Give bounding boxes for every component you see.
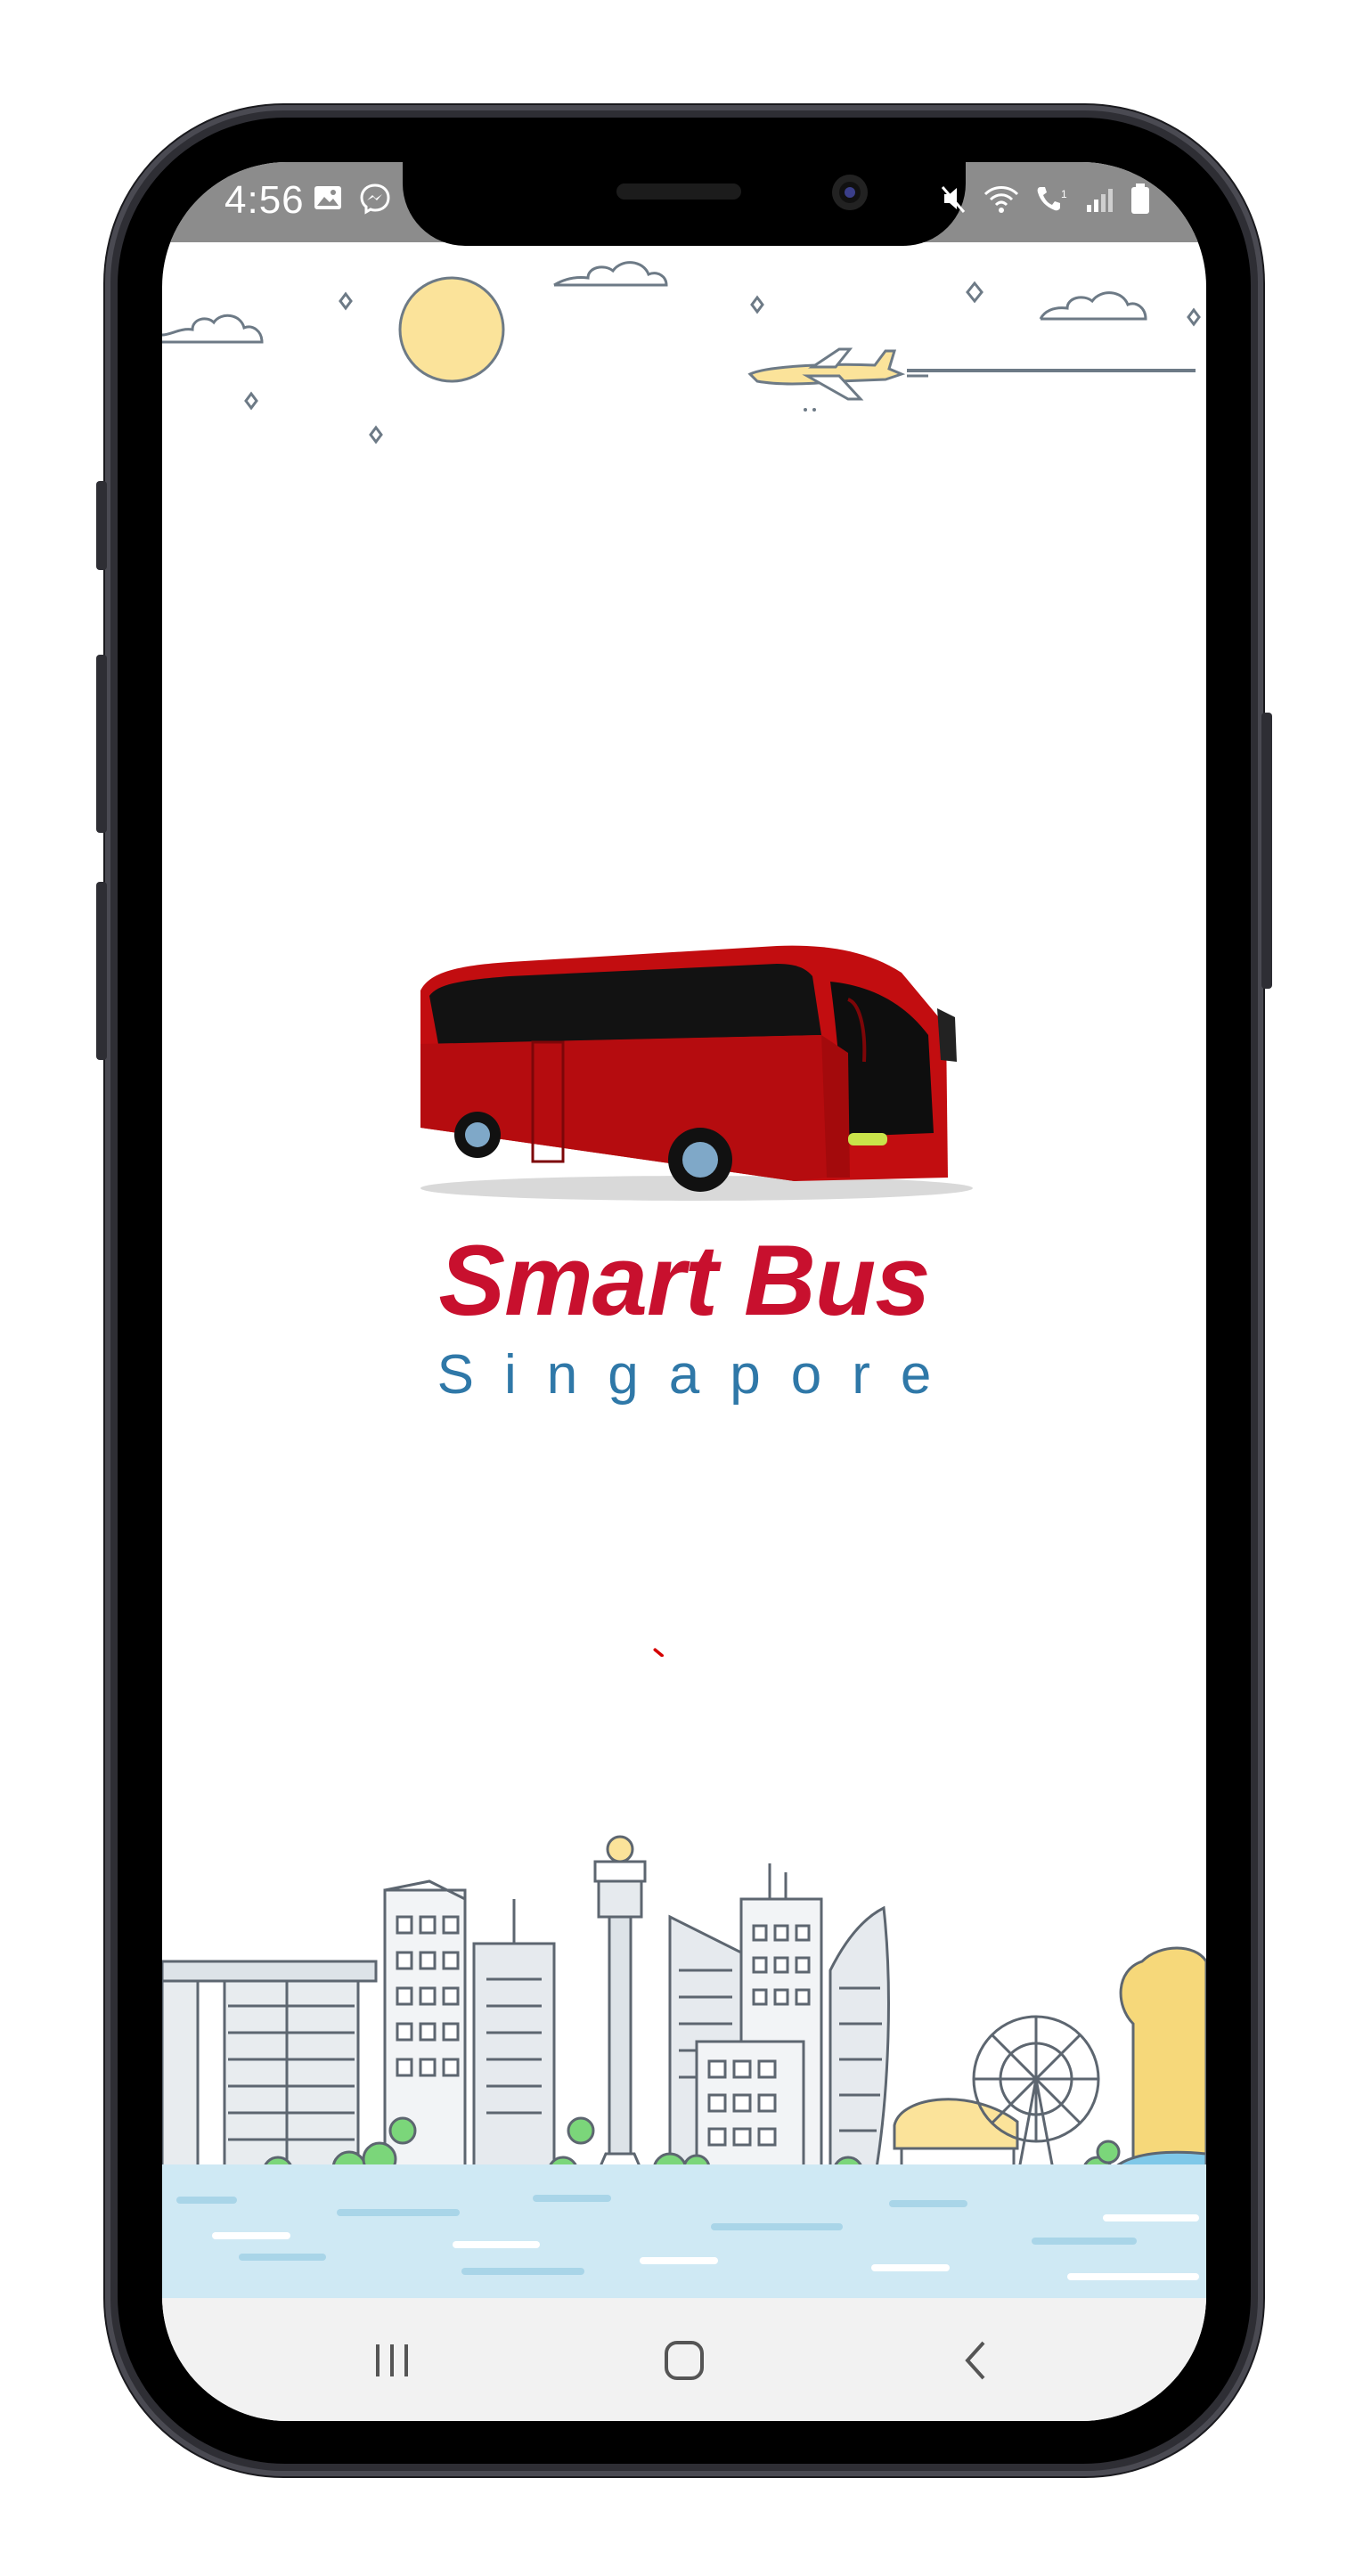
cloud-icon	[553, 261, 668, 287]
status-icons-right: 1	[939, 182, 1151, 220]
camera-notch	[403, 162, 966, 246]
chevron-left-icon	[965, 2341, 985, 2380]
curved-tower-icon	[828, 1905, 890, 2181]
loading-spinner-icon	[653, 1648, 664, 1657]
office-tower-icon	[472, 1899, 556, 2181]
back-button[interactable]	[941, 2325, 1012, 2396]
mute-switch	[96, 481, 107, 570]
cloud-icon	[162, 314, 264, 344]
skyline-illustration	[162, 1835, 1206, 2188]
control-tower-icon	[593, 1835, 647, 2168]
status-icons-left	[312, 182, 392, 220]
marina-bay-sands-icon	[162, 1960, 378, 2181]
status-time: 4:56	[224, 178, 305, 222]
volte-icon: 1	[1033, 182, 1073, 220]
sun-icon	[398, 276, 505, 383]
battery-icon	[1130, 182, 1151, 220]
cloud-icon	[1039, 291, 1147, 321]
sky-illustration	[162, 261, 1201, 444]
brand-logo: Smart Bus Singapore	[162, 1231, 1206, 1406]
mute-icon	[939, 182, 969, 220]
airplane-icon	[747, 347, 1196, 412]
home-button[interactable]	[649, 2325, 720, 2396]
svg-text:1: 1	[1061, 188, 1067, 200]
recents-button[interactable]	[356, 2325, 428, 2396]
water-illustration	[162, 2164, 1206, 2298]
merlion-icon	[1104, 1946, 1206, 2181]
image-icon	[312, 182, 344, 220]
earpiece-speaker	[616, 183, 741, 200]
messenger-icon	[358, 182, 392, 220]
app-screen: 4:56 1 Smart Bus Singapore	[162, 162, 1206, 2421]
volume-down-button	[96, 882, 107, 1060]
power-button	[1261, 713, 1272, 989]
low-building-icon	[695, 2040, 805, 2181]
bus-icon	[420, 945, 973, 1201]
front-camera	[832, 175, 868, 210]
status-bar: 4:56 1	[162, 162, 1206, 246]
recents-icon	[376, 2344, 408, 2376]
system-nav-bar	[162, 2298, 1206, 2421]
home-icon	[665, 2341, 704, 2380]
signal-icon	[1085, 182, 1117, 220]
brand-subtitle: Singapore	[437, 1344, 962, 1406]
volume-up-button	[96, 655, 107, 833]
brand-title: Smart Bus	[438, 1225, 930, 1336]
wifi-calling-icon	[982, 182, 1021, 220]
